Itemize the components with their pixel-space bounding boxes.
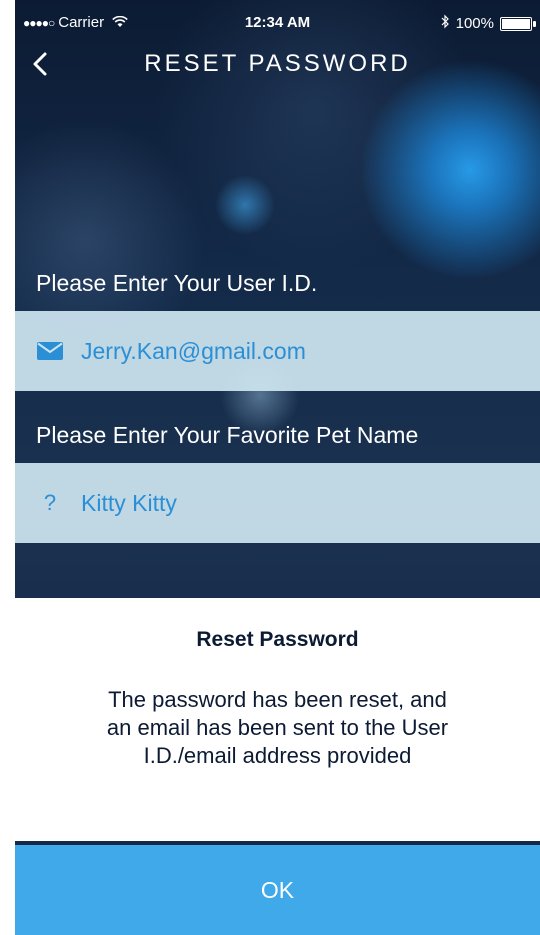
ok-button[interactable]: OK [15,845,540,935]
battery-percent: 100% [455,15,494,32]
dialog-message: The password has been reset, and an emai… [106,687,449,768]
alert-dialog: Reset Password The password has been res… [15,598,540,841]
battery-icon [500,16,536,31]
status-right: 100% [440,14,536,33]
pet-name-value[interactable]: Kitty Kitty [81,490,177,517]
pet-name-label: Please Enter Your Favorite Pet Name [36,422,419,448]
navigation-bar: RESET PASSWORD [15,40,540,90]
envelope-icon [37,342,63,360]
page-title: RESET PASSWORD [144,50,411,77]
app-screen: ●●●●○ Carrier 12:34 AM 100% RESET PASSWO… [15,0,540,935]
user-id-label: Please Enter Your User I.D. [36,270,318,296]
bluetooth-icon [440,14,450,33]
dialog-title: Reset Password [196,628,359,651]
question-icon: ? [43,490,57,515]
user-id-value[interactable]: Jerry.Kan@gmail.com [81,338,306,365]
status-bar: ●●●●○ Carrier 12:34 AM 100% [15,0,540,40]
user-id-field[interactable]: Jerry.Kan@gmail.com [15,311,540,391]
pet-name-field[interactable]: ? Kitty Kitty [15,463,540,543]
